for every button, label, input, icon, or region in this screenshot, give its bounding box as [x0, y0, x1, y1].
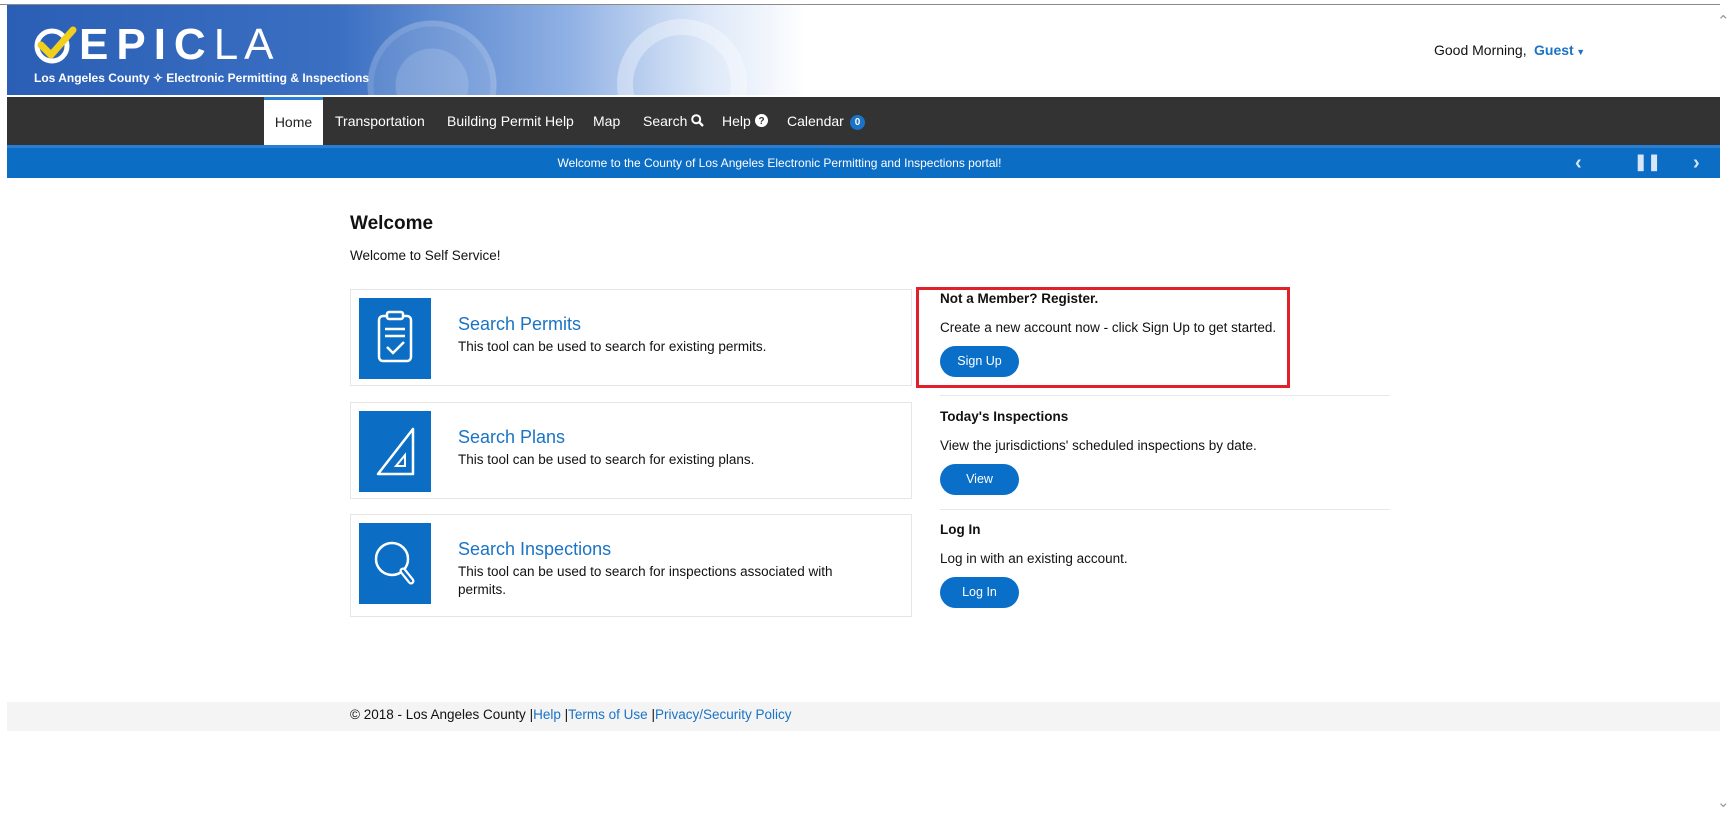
footer-text: © 2018 - Los Angeles County |Help |Terms…	[350, 705, 792, 725]
view-button[interactable]: View	[940, 464, 1019, 495]
card-search-inspections[interactable]: Search Inspections This tool can be used…	[350, 514, 912, 617]
caret-down-icon: ▼	[1573, 47, 1586, 57]
nav-building-permit-help[interactable]: Building Permit Help	[447, 97, 574, 145]
nav-home[interactable]: Home	[264, 97, 323, 145]
scroll-down-icon[interactable]: ⌄	[1717, 793, 1730, 811]
nav-help-label: Help	[722, 113, 751, 129]
nav-calendar[interactable]: Calendar 0	[787, 97, 866, 145]
search-icon	[691, 114, 705, 127]
nav-search[interactable]: Search	[643, 97, 705, 145]
logo-check-icon	[34, 26, 77, 64]
register-title: Not a Member? Register.	[940, 291, 1099, 306]
card-title[interactable]: Search Inspections	[458, 539, 611, 560]
copyright: © 2018 - Los Angeles County	[350, 707, 526, 722]
user-name: Guest	[1534, 42, 1574, 58]
card-description: This tool can be used to search for exis…	[458, 452, 755, 467]
clipboard-check-icon	[377, 310, 413, 363]
card-description: This tool can be used to search for insp…	[458, 564, 833, 597]
card-title[interactable]: Search Permits	[458, 314, 581, 335]
card-icon-box	[359, 523, 431, 604]
card-search-plans[interactable]: Search Plans This tool can be used to se…	[350, 402, 912, 499]
calendar-count-badge: 0	[849, 114, 866, 130]
page-title: Welcome	[350, 213, 434, 234]
greeting-text: Good Morning,	[1434, 42, 1527, 58]
nav-transportation[interactable]: Transportation	[335, 97, 425, 145]
footer-help-link[interactable]: Help	[533, 707, 561, 722]
card-icon-box	[359, 298, 431, 379]
announcement-banner: Welcome to the County of Los Angeles Ele…	[7, 148, 1720, 178]
card-search-permits[interactable]: Search Permits This tool can be used to …	[350, 289, 912, 386]
card-title[interactable]: Search Plans	[458, 427, 565, 448]
svg-text:?: ?	[758, 116, 764, 127]
chevron-right-icon[interactable]: ›	[1693, 148, 1700, 178]
page-subtitle: Welcome to Self Service!	[350, 248, 501, 263]
footer	[7, 702, 1720, 731]
card-icon-box	[359, 411, 431, 492]
divider	[940, 509, 1390, 510]
logo-title[interactable]: EPICLA	[79, 23, 280, 67]
sign-up-button[interactable]: Sign Up	[940, 346, 1019, 377]
register-description: Create a new account now - click Sign Up…	[940, 320, 1277, 335]
magnifier-icon	[374, 541, 415, 585]
nav-search-label: Search	[643, 113, 688, 129]
nav-map[interactable]: Map	[593, 97, 620, 145]
log-in-button[interactable]: Log In	[940, 577, 1019, 608]
login-title: Log In	[940, 522, 981, 537]
chevron-left-icon[interactable]: ‹	[1575, 148, 1582, 178]
pause-icon[interactable]: ❚❚	[1634, 148, 1661, 178]
main-nav: Home Transportation Building Permit Help…	[7, 97, 1720, 145]
nav-help[interactable]: Help ?	[722, 97, 768, 145]
inspections-description: View the jurisdictions' scheduled inspec…	[940, 438, 1257, 453]
card-description: This tool can be used to search for exis…	[458, 339, 767, 354]
user-menu[interactable]: Guest ▼	[1534, 42, 1585, 58]
nav-calendar-label: Calendar	[787, 113, 844, 129]
question-circle-icon: ?	[754, 114, 768, 127]
banner-text: Welcome to the County of Los Angeles Ele…	[557, 156, 1002, 170]
logo-subtitle: Los Angeles County ✧ Electronic Permitti…	[34, 71, 369, 85]
set-square-icon	[376, 427, 415, 476]
inspections-title: Today's Inspections	[940, 409, 1069, 424]
footer-privacy-link[interactable]: Privacy/Security Policy	[655, 707, 792, 722]
footer-terms-link[interactable]: Terms of Use	[568, 707, 648, 722]
divider	[940, 395, 1390, 396]
login-description: Log in with an existing account.	[940, 551, 1128, 566]
